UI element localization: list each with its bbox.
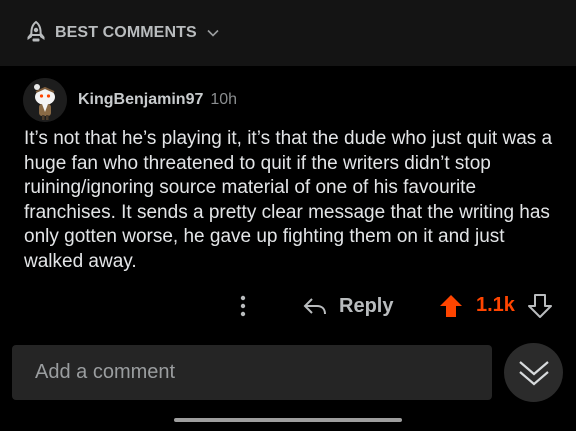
next-comment-button[interactable] bbox=[504, 343, 563, 402]
comment-body: It’s not that he’s playing it, it’s that… bbox=[24, 128, 553, 272]
reply-label: Reply bbox=[339, 294, 394, 317]
reply-button[interactable]: Reply bbox=[303, 290, 393, 322]
more-options-icon[interactable] bbox=[236, 294, 250, 318]
sort-bar[interactable]: BEST COMMENTS bbox=[0, 0, 576, 66]
comment-author[interactable]: KingBenjamin97 bbox=[78, 91, 203, 109]
comment-meta: KingBenjamin97 10h bbox=[23, 78, 237, 122]
comment-actions: Reply 1.1k bbox=[0, 290, 576, 322]
add-comment-input[interactable] bbox=[12, 345, 492, 400]
reply-icon bbox=[303, 298, 326, 315]
avatar[interactable] bbox=[23, 78, 67, 122]
home-indicator[interactable] bbox=[174, 418, 402, 422]
rocket-icon bbox=[23, 20, 49, 46]
double-chevron-down-icon bbox=[518, 360, 549, 385]
upvote-icon[interactable] bbox=[438, 293, 464, 319]
downvote-icon[interactable] bbox=[527, 293, 553, 319]
chevron-down-icon bbox=[207, 27, 219, 39]
comment-screen: BEST COMMENTS KingBenjamin97 10h It’s no… bbox=[0, 0, 576, 431]
score: 1.1k bbox=[476, 294, 515, 316]
comment-age: 10h bbox=[210, 91, 238, 108]
sort-label: BEST COMMENTS bbox=[55, 24, 197, 41]
